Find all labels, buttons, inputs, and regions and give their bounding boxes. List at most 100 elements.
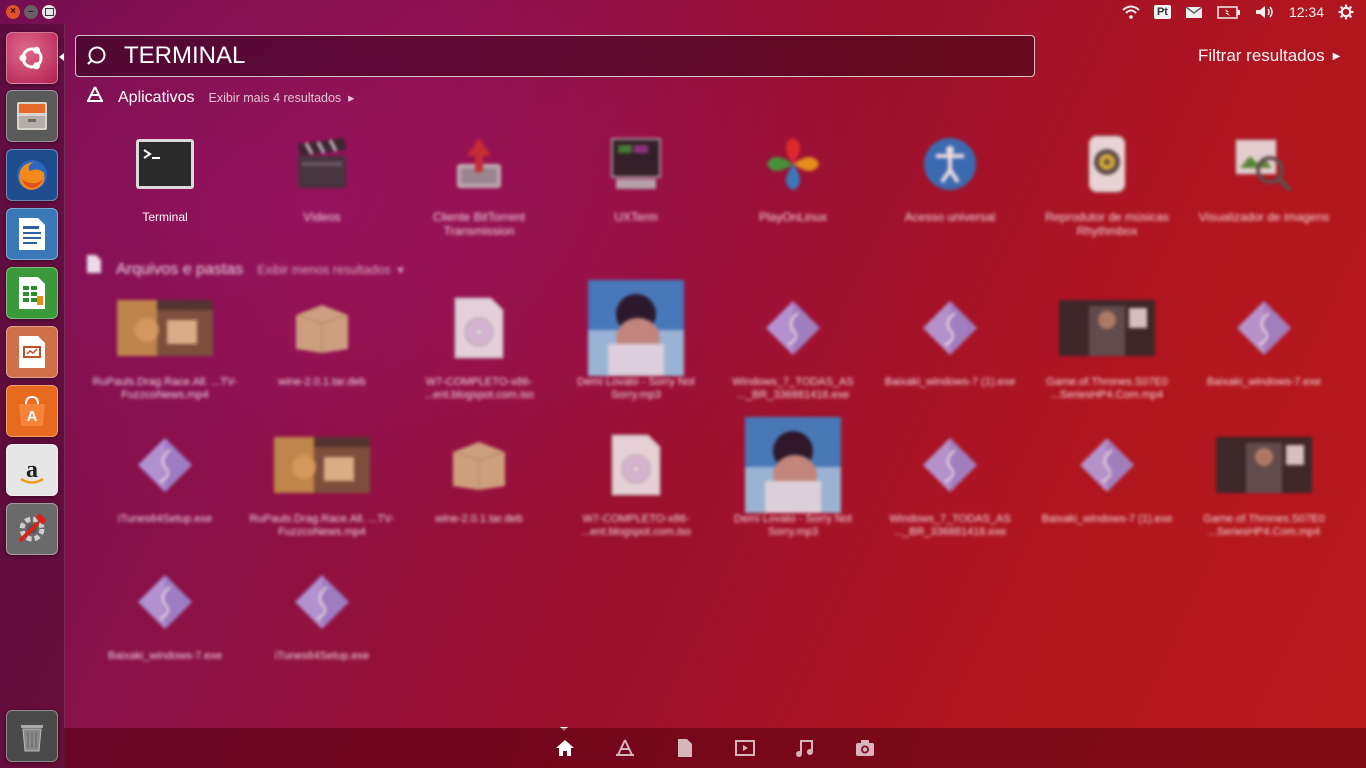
app-result-2[interactable]: Cliente BitTorrent Transmission bbox=[401, 132, 557, 238]
file-result-label: wine-2.0.1.tar.deb bbox=[278, 376, 366, 388]
file-result-label: Game.of.Thrones.S07E0 ...SeriesHP4.Com.m… bbox=[1203, 513, 1325, 538]
show-less-files-link[interactable]: Exibir menos resultados ▾ bbox=[257, 262, 404, 277]
app-result-6[interactable]: Reprodutor de músicas Rhythmbox bbox=[1029, 132, 1185, 238]
close-button[interactable]: × bbox=[6, 5, 20, 19]
files-lens-icon[interactable] bbox=[675, 738, 695, 758]
gear-icon[interactable] bbox=[1338, 4, 1354, 20]
file-result-13[interactable]: Windows_7_TODAS_AS ..._BR_336881416.exe bbox=[872, 427, 1028, 539]
file-result-label: Game.of.Thrones.S07E0 ...SeriesHP4.Com.m… bbox=[1046, 376, 1168, 401]
album-art-icon bbox=[743, 417, 843, 513]
app-result-label: Visualizador de imagens bbox=[1198, 210, 1330, 224]
files-section-title: Arquivos e pastas bbox=[116, 261, 244, 278]
trash-icon[interactable] bbox=[6, 710, 58, 762]
keyboard-layout-indicator[interactable]: Pt bbox=[1153, 5, 1171, 19]
accessibility-icon bbox=[918, 132, 982, 196]
mail-icon[interactable] bbox=[1185, 5, 1203, 19]
file-result-4[interactable]: Windows_7_TODAS_AS ..._BR_336881416.exe bbox=[715, 290, 871, 402]
apps-section-header: Aplicativos Exibir mais 4 resultados ▸ bbox=[86, 86, 354, 107]
rhythmbox-icon bbox=[1075, 132, 1139, 196]
volume-icon[interactable] bbox=[1255, 5, 1275, 19]
file-result-label: Demi Lovato - Sorry Not Sorry.mp3 bbox=[577, 376, 695, 401]
minimize-button[interactable]: – bbox=[24, 5, 38, 19]
calc-icon[interactable] bbox=[6, 267, 58, 319]
video-clapper-icon bbox=[290, 132, 354, 196]
file-result-label: iTunes64Setup.exe bbox=[274, 650, 370, 662]
executable-icon bbox=[115, 564, 215, 640]
apps-section-title: Aplicativos bbox=[118, 89, 195, 106]
file-result-9[interactable]: RuPauls.Drag.Race.All. ...TV-FuzzcoNews.… bbox=[244, 427, 400, 539]
file-result-11[interactable]: W7-COMPLETO-x86- ...ent.blogspot.com.iso bbox=[558, 427, 714, 539]
executable-icon bbox=[743, 290, 843, 366]
file-result-12[interactable]: Demi Lovato - Sorry Not Sorry.mp3 bbox=[715, 417, 871, 539]
photo-lens-icon[interactable] bbox=[855, 738, 875, 758]
file-icon bbox=[86, 254, 102, 274]
writer-icon[interactable] bbox=[6, 208, 58, 260]
file-result-7[interactable]: Baixaki_windows-7.exe bbox=[1186, 290, 1342, 389]
home-lens-icon[interactable] bbox=[555, 738, 575, 758]
file-result-label: Windows_7_TODAS_AS ..._BR_336881416.exe bbox=[889, 513, 1011, 538]
svg-text:A: A bbox=[27, 408, 38, 425]
file-result-16[interactable]: Baixaki_windows-7.exe bbox=[87, 564, 243, 663]
executable-icon bbox=[900, 290, 1000, 366]
app-result-5[interactable]: Acesso universal bbox=[872, 132, 1028, 224]
file-result-14[interactable]: Baixaki_windows-7 (1).exe bbox=[1029, 427, 1185, 526]
file-result-2[interactable]: W7-COMPLETO-x86- ...ent.blogspot.com.iso bbox=[401, 290, 557, 402]
firefox-icon[interactable] bbox=[6, 149, 58, 201]
app-result-3[interactable]: UXTerm bbox=[558, 132, 714, 224]
files-icon[interactable] bbox=[6, 90, 58, 142]
filter-results-label: Filtrar resultados bbox=[1198, 46, 1325, 65]
system-settings-icon[interactable] bbox=[6, 503, 58, 555]
file-result-3[interactable]: Demi Lovato - Sorry Not Sorry.mp3 bbox=[558, 280, 714, 402]
wifi-icon[interactable] bbox=[1122, 5, 1140, 19]
maximize-button[interactable] bbox=[42, 5, 56, 19]
app-result-label: UXTerm bbox=[614, 210, 658, 224]
amazon-icon[interactable]: a bbox=[6, 444, 58, 496]
file-result-5[interactable]: Baixaki_windows-7 (1).exe bbox=[872, 290, 1028, 389]
file-result-17[interactable]: iTunes64Setup.exe bbox=[244, 564, 400, 663]
music-lens-icon[interactable] bbox=[795, 738, 815, 758]
filter-results-button[interactable]: Filtrar resultados ▶ bbox=[1198, 46, 1340, 66]
show-more-apps-link[interactable]: Exibir mais 4 resultados ▸ bbox=[208, 90, 354, 105]
file-result-10[interactable]: wine-2.0.1.tar.deb bbox=[401, 427, 557, 526]
clock[interactable]: 12:34 bbox=[1289, 4, 1324, 20]
app-result-4[interactable]: PlayOnLinux bbox=[715, 132, 871, 224]
video-thumbnail-icon bbox=[115, 290, 215, 366]
file-result-label: RuPauls.Drag.Race.All. ...TV-FuzzcoNews.… bbox=[249, 513, 395, 538]
applications-lens-icon bbox=[86, 86, 104, 102]
file-result-label: Baixaki_windows-7 (1).exe bbox=[884, 376, 1016, 388]
file-result-label: W7-COMPLETO-x86- ...ent.blogspot.com.iso bbox=[580, 513, 692, 538]
file-result-label: Demi Lovato - Sorry Not Sorry.mp3 bbox=[734, 513, 852, 538]
lens-bar bbox=[64, 728, 1366, 768]
file-result-15[interactable]: Game.of.Thrones.S07E0 ...SeriesHP4.Com.m… bbox=[1186, 427, 1342, 539]
software-center-icon[interactable]: A bbox=[6, 385, 58, 437]
file-result-0[interactable]: RuPauls.Drag.Race.All. ...TV-FuzzcoNews.… bbox=[87, 290, 243, 402]
app-result-label: Cliente BitTorrent Transmission bbox=[432, 210, 526, 238]
app-result-7[interactable]: Visualizador de imagens bbox=[1186, 132, 1342, 224]
ubuntu-dash-icon[interactable] bbox=[6, 32, 58, 84]
file-result-1[interactable]: wine-2.0.1.tar.deb bbox=[244, 290, 400, 389]
arrow-right-icon: ▶ bbox=[1332, 50, 1341, 62]
file-result-label: wine-2.0.1.tar.deb bbox=[435, 513, 523, 525]
search-input[interactable] bbox=[122, 41, 1006, 71]
file-result-label: Baixaki_windows-7.exe bbox=[1206, 376, 1322, 388]
file-result-6[interactable]: Game.of.Thrones.S07E0 ...SeriesHP4.Com.m… bbox=[1029, 290, 1185, 402]
transmission-icon bbox=[447, 132, 511, 196]
image-viewer-icon bbox=[1232, 132, 1296, 196]
executable-icon bbox=[272, 564, 372, 640]
app-result-0[interactable]: Terminal bbox=[87, 132, 243, 224]
impress-icon[interactable] bbox=[6, 326, 58, 378]
battery-icon[interactable] bbox=[1217, 5, 1241, 19]
video-lens-icon[interactable] bbox=[735, 738, 755, 758]
applications-lens-icon[interactable] bbox=[615, 738, 635, 758]
file-result-label: Windows_7_TODAS_AS ..._BR_336881416.exe bbox=[732, 376, 854, 401]
package-icon bbox=[272, 290, 372, 366]
package-icon bbox=[429, 427, 529, 503]
app-result-label: Acesso universal bbox=[904, 210, 996, 224]
svg-text:a: a bbox=[26, 457, 38, 483]
search-bar bbox=[75, 35, 1035, 77]
file-result-label: RuPauls.Drag.Race.All. ...TV-FuzzcoNews.… bbox=[92, 376, 238, 401]
file-result-8[interactable]: iTunes64Setup.exe bbox=[87, 427, 243, 526]
app-result-1[interactable]: Vídeos bbox=[244, 132, 400, 224]
disc-image-icon bbox=[586, 427, 686, 503]
indicator-area: Pt 12:34 bbox=[1122, 4, 1366, 20]
